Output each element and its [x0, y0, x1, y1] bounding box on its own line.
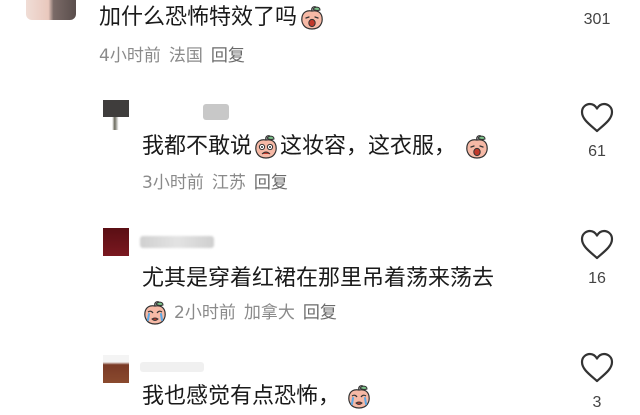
username-blur	[203, 104, 229, 120]
comment-text: 我都不敢说 这妆容，这衣服，	[142, 132, 490, 162]
comment-text: 尤其是穿着红裙在那里吊着荡来荡去	[142, 266, 495, 291]
like-count: 61	[588, 143, 606, 160]
heart-outline-icon[interactable]	[579, 102, 615, 134]
username-blur	[140, 362, 204, 372]
heart-outline-icon[interactable]	[579, 352, 615, 384]
like-count: 301	[583, 11, 611, 28]
comment-location: 法国	[168, 46, 203, 66]
heart-outline-icon[interactable]	[579, 229, 615, 261]
avatar[interactable]	[103, 355, 129, 383]
avatar[interactable]	[26, 0, 76, 20]
like-count: 3	[592, 394, 602, 411]
comment-text: 我也感觉有点恐怖，	[142, 382, 372, 412]
comment-time: 4小时前	[99, 46, 161, 66]
comment-list: 加什么恐怖特效了吗 4小时前 法国 回复 301 我都不敢说 这妆容，这衣服， …	[0, 0, 640, 415]
avatar[interactable]	[103, 100, 129, 130]
comment-meta: 3小时前 江苏 回复	[142, 171, 288, 195]
peach-crying-emoji	[348, 385, 370, 409]
comment-time: 2小时前	[174, 303, 236, 323]
comment-text: 加什么恐怖特效了吗	[99, 3, 325, 33]
reply-button[interactable]: 回复	[303, 301, 337, 325]
peach-scared-emoji	[255, 135, 277, 159]
comment-meta: 2小时前 加拿大 回复	[142, 300, 337, 326]
comment-location: 加拿大	[243, 303, 295, 323]
avatar[interactable]	[103, 228, 129, 256]
peach-crying-emoji	[144, 301, 166, 325]
comment-time: 3小时前	[142, 173, 204, 193]
username-blur	[140, 236, 214, 248]
comment-location: 江苏	[211, 173, 246, 193]
comment-meta: 4小时前 法国 回复	[99, 44, 245, 68]
reply-button[interactable]: 回复	[211, 44, 245, 68]
peach-wronged-emoji	[466, 135, 488, 159]
peach-wronged-emoji	[301, 6, 323, 30]
like-count: 16	[588, 270, 606, 287]
reply-button[interactable]: 回复	[254, 171, 288, 195]
